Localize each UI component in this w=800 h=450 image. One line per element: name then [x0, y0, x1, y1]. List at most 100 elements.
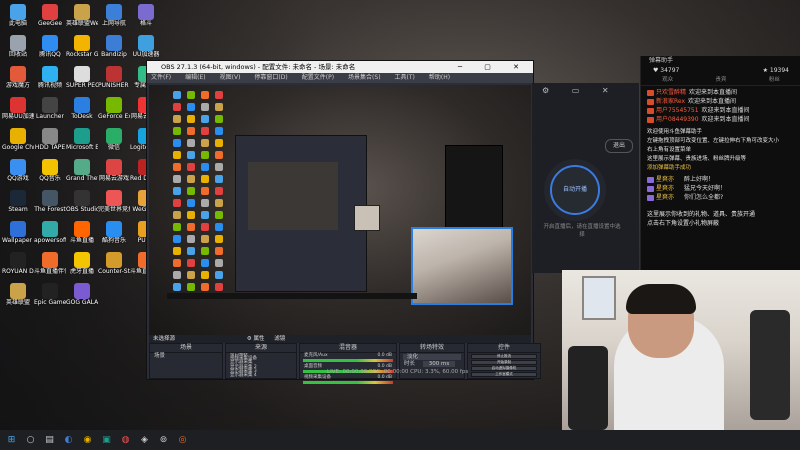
chat-username[interactable]: 用户08449390 — [656, 116, 699, 123]
chat-tab[interactable]: 观众 — [662, 76, 673, 85]
control-button[interactable]: 开始录制 — [471, 360, 537, 365]
volume-meter[interactable] — [303, 381, 393, 384]
window-controls[interactable]: ─ ▢ ✕ — [458, 61, 529, 73]
desktop-icon[interactable]: Google Chrome — [2, 128, 34, 151]
scene-item[interactable]: 场景 — [150, 353, 222, 359]
desktop-icon[interactable]: 网易云游戏 — [98, 159, 130, 182]
desktop-icon[interactable]: ROYUAN Driver — [2, 252, 34, 275]
taskbar-app-icon[interactable]: ○ — [25, 435, 36, 446]
danmaku-chat-panel[interactable]: 弹幕助手 ♥ 34797 ★ 19394 观众 贵宾 粉丝 只欢雪醉精 欢迎来到本直播… — [640, 56, 800, 270]
desktop-icon[interactable]: 网易UU加速 — [2, 97, 34, 120]
desktop-icon[interactable]: PUNISHER Ports — [98, 66, 130, 89]
volume-meter[interactable] — [303, 359, 393, 362]
gift-username[interactable]: 星爽亦 — [656, 176, 674, 183]
control-button[interactable]: 工作室模式 — [471, 372, 537, 377]
taskbar-app-icon[interactable]: ◐ — [63, 435, 74, 446]
control-button[interactable]: 启动虚拟摄像机 — [471, 366, 537, 371]
chat-username[interactable]: 只欢雪醉精 — [656, 89, 686, 96]
app-icon — [10, 35, 26, 51]
desktop-icon[interactable]: 斗鱼直播伴侣 — [34, 252, 66, 275]
chat-tab[interactable]: 贵宾 — [715, 76, 726, 85]
desktop-icon[interactable]: HDD TAPE — [34, 128, 66, 151]
desktop-icon[interactable]: Rockstar Games — [66, 35, 98, 58]
controls-dock[interactable]: 控件 停止推流开始录制启动虚拟摄像机工作室模式设置退出 — [467, 343, 541, 379]
chat-tab[interactable]: 粉丝 — [769, 76, 780, 85]
desktop-icon[interactable]: GeForce Experience — [98, 97, 130, 120]
obs-preview[interactable] — [149, 85, 531, 343]
menu-item[interactable]: 视图(V) — [220, 73, 241, 83]
desktop-icon[interactable]: apowersoft — [34, 221, 66, 244]
menu-item[interactable]: 编辑(E) — [185, 73, 205, 83]
desktop-icon[interactable]: 回收站 — [2, 35, 34, 58]
desktop-icon[interactable]: 腾讯QQ — [34, 35, 66, 58]
desktop-icon[interactable]: QQ音乐 — [34, 159, 66, 182]
desktop-icon[interactable]: 腾讯视频 — [34, 66, 66, 89]
desktop-icon[interactable]: Counter-Strike Global Off... — [98, 252, 130, 275]
desktop-icon[interactable]: GOG GALAXY — [66, 283, 98, 306]
preview-mini-icon — [215, 175, 223, 183]
desktop-icon[interactable]: Steam — [2, 190, 34, 213]
desktop-icon[interactable]: Wallpaper Engine — [2, 221, 34, 244]
desktop-icon[interactable]: 完美世界竞技 — [98, 190, 130, 213]
properties-button[interactable]: ⚙ 属性 — [247, 336, 265, 342]
desktop-icon[interactable]: 此电脑 — [2, 4, 34, 27]
taskbar-app-icon[interactable]: ◉ — [82, 435, 93, 446]
desktop-icon[interactable]: Microsoft Edge — [66, 128, 98, 151]
auto-live-button[interactable]: 自动开播 — [550, 165, 600, 215]
filters-button[interactable]: 滤镜 — [274, 336, 285, 342]
obs-window[interactable]: OBS 27.1.3 (64-bit, windows) - 配置文件: 未命名… — [146, 60, 541, 384]
chat-username[interactable]: 用户75545751 — [656, 107, 699, 114]
desktop-icon[interactable]: Launcher — [34, 97, 66, 120]
desktop-icon[interactable]: Grand Theft Auto V — [66, 159, 98, 182]
desktop-icon[interactable]: The Forest — [34, 190, 66, 213]
menu-item[interactable]: 配置文件(P) — [302, 73, 334, 83]
user-badge-icon — [647, 116, 654, 123]
desktop-icon[interactable]: QQ游戏 — [2, 159, 34, 182]
desktop-icon[interactable]: 酷狗音乐 — [98, 221, 130, 244]
desktop-icon[interactable]: GeeGee — [34, 4, 66, 27]
preview-mini-icon — [173, 163, 181, 171]
desktop-icon[interactable]: 英雄联盟 — [2, 283, 34, 306]
desktop-icon[interactable]: SUPER PEOPLE CBT — [66, 66, 98, 89]
duration-input[interactable]: 300 ms — [422, 361, 456, 367]
taskbar-app-icon[interactable]: ▣ — [101, 435, 112, 446]
menu-item[interactable]: 停靠窗口(D) — [254, 73, 287, 83]
chat-username[interactable]: 新浪家Rex — [656, 98, 685, 105]
gift-username[interactable]: 星爽亦 — [656, 194, 674, 201]
control-button[interactable]: 停止推流 — [471, 354, 537, 359]
desktop-icon[interactable]: 格斗 — [130, 4, 162, 27]
sources-dock[interactable]: 来源 窗口捕获 视频采集设备 显示器采集 显示器采集 2 显示器采集 3 显示器采集 4 — [225, 343, 297, 379]
desktop-icon[interactable]: UU加速器 — [130, 35, 162, 58]
transition-select[interactable]: 淡化 — [403, 354, 461, 360]
taskbar-app-icon[interactable]: ◎ — [177, 435, 188, 446]
exit-button[interactable]: 退出 — [605, 139, 633, 153]
desktop-icon[interactable]: OBS Studio — [66, 190, 98, 213]
gift-username[interactable]: 星爽亦 — [656, 185, 674, 192]
menu-item[interactable]: 帮助(H) — [429, 73, 450, 83]
source-list: 窗口捕获 视频采集设备 显示器采集 显示器采集 2 显示器采集 3 显示器采集 4 — [226, 353, 296, 378]
desktop-icon[interactable]: 微信 — [98, 128, 130, 151]
preview-mini-icon — [173, 91, 181, 99]
assistant-controls[interactable]: ⚙ ▭ ✕ — [542, 86, 619, 95]
desktop-icon[interactable]: ToDesk — [66, 97, 98, 120]
menu-item[interactable]: 工具(T) — [395, 73, 415, 83]
desktop-icon[interactable]: Bandizip — [98, 35, 130, 58]
menu-item[interactable]: 场景集合(S) — [348, 73, 381, 83]
start-icon[interactable]: ⊞ — [6, 435, 17, 446]
taskbar-app-icon[interactable]: ◍ — [120, 435, 131, 446]
desktop-icon[interactable]: Epic Games Launcher — [34, 283, 66, 306]
taskbar-app-icon[interactable]: ▤ — [44, 435, 55, 446]
desktop-icon[interactable]: 虎牙直播 — [66, 252, 98, 275]
obs-titlebar[interactable]: OBS 27.1.3 (64-bit, windows) - 配置文件: 未命名… — [147, 61, 533, 73]
desktop-icon[interactable]: 英雄联盟WeGame版 — [66, 4, 98, 27]
taskbar-app-icon[interactable]: ◈ — [139, 435, 150, 446]
source-item[interactable]: 显示器采集 4 — [226, 373, 296, 378]
scenes-dock[interactable]: 场景 场景 — [149, 343, 223, 379]
desktop-icon[interactable]: 斗鱼直播 — [66, 221, 98, 244]
menu-item[interactable]: 文件(F) — [151, 73, 171, 83]
chat-gift-messages: 星爽亦 醉上好啊！ 星爽亦 猛兄今天好啊！ 星爽亦 你们怎么全都? — [641, 175, 800, 202]
stream-assistant-window[interactable]: ⚙ ▭ ✕ 退出 自动开播 开启直播后，请在直播设置中选择 — [532, 83, 639, 273]
desktop-icon[interactable]: 上网导航 — [98, 4, 130, 27]
taskbar-app-icon[interactable]: ⊚ — [158, 435, 169, 446]
desktop-icon[interactable]: 游戏魔方 — [2, 66, 34, 89]
